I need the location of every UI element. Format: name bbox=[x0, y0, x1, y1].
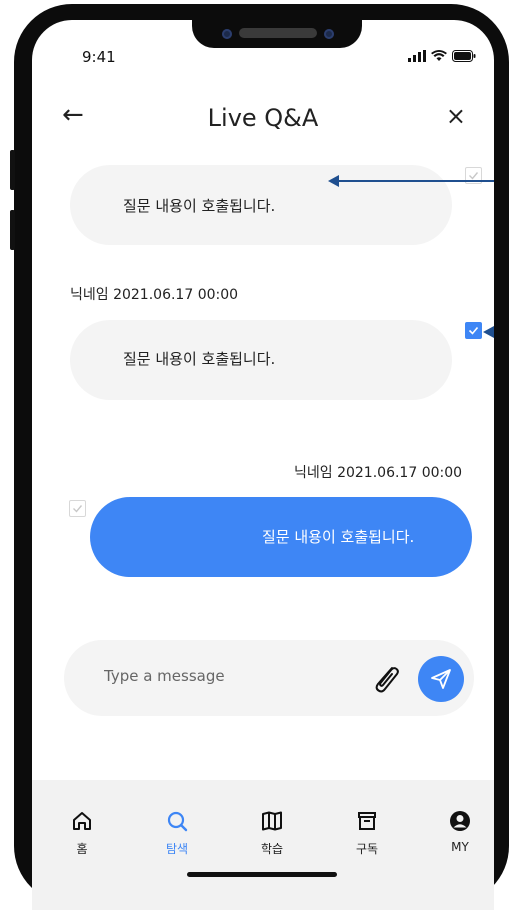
camera-icon bbox=[222, 29, 232, 39]
message-checkbox[interactable] bbox=[465, 322, 482, 339]
status-time: 9:41 bbox=[82, 48, 116, 66]
paperclip-icon[interactable] bbox=[368, 660, 404, 696]
tab-study[interactable]: 학습 bbox=[242, 810, 302, 857]
tab-search[interactable]: 탐색 bbox=[147, 810, 207, 857]
side-button bbox=[10, 150, 15, 190]
message-bubble[interactable]: 질문 내용이 호출됩니다. bbox=[70, 320, 452, 400]
book-icon bbox=[262, 811, 282, 831]
message-bubble[interactable]: 질문 내용이 호출됩니다. bbox=[70, 165, 452, 245]
tab-label: 구독 bbox=[355, 842, 379, 856]
camera-icon bbox=[324, 29, 334, 39]
send-icon bbox=[431, 669, 451, 689]
my-message-bubble[interactable]: 질문 내용이 호출됩니다. bbox=[90, 497, 472, 577]
archive-icon bbox=[358, 812, 376, 830]
message-checkbox[interactable] bbox=[69, 500, 86, 517]
tab-my[interactable]: MY bbox=[430, 810, 490, 854]
check-icon bbox=[73, 505, 83, 513]
search-icon bbox=[167, 811, 188, 832]
close-icon[interactable]: × bbox=[446, 102, 466, 130]
notch bbox=[192, 20, 362, 48]
user-icon bbox=[450, 811, 470, 831]
side-button bbox=[10, 210, 15, 250]
check-icon bbox=[468, 326, 479, 335]
tab-label: MY bbox=[451, 840, 469, 854]
status-icons bbox=[408, 50, 476, 62]
battery-icon bbox=[452, 50, 476, 62]
message-text: 질문 내용이 호출됩니다. bbox=[262, 528, 415, 546]
header: ← Live Q&A × bbox=[32, 100, 494, 144]
tab-label: 학습 bbox=[260, 842, 284, 856]
wifi-icon bbox=[431, 50, 447, 61]
message-input[interactable] bbox=[102, 666, 346, 686]
message-composer bbox=[64, 640, 474, 716]
message-text: 질문 내용이 호출됩니다. bbox=[123, 350, 276, 368]
annotation-arrow bbox=[337, 180, 494, 182]
annotation-arrow-head bbox=[328, 175, 339, 187]
tab-label: 탐색 bbox=[165, 842, 189, 856]
tab-home[interactable]: 홈 bbox=[52, 810, 112, 857]
page-title: Live Q&A bbox=[207, 104, 319, 132]
speaker bbox=[239, 28, 317, 38]
home-icon bbox=[73, 812, 91, 830]
signal-icon bbox=[408, 50, 426, 62]
send-button[interactable] bbox=[418, 656, 464, 702]
message-nickname: 닉네임 2021.06.17 00:00 bbox=[70, 287, 239, 303]
message-nickname: 닉네임 2021.06.17 00:00 bbox=[294, 465, 463, 481]
bottom-tab-bar: 홈 탐색 학습 구독 MY bbox=[32, 780, 494, 910]
annotation-arrow-head bbox=[483, 326, 494, 338]
message-text: 질문 내용이 호출됩니다. bbox=[123, 197, 276, 215]
phone-screen: 9:41 ← Live Q&A × 질문 내용이 호출됩니다. 닉네임 2021… bbox=[32, 20, 494, 910]
tab-label: 홈 bbox=[76, 842, 88, 856]
tab-subscribe[interactable]: 구독 bbox=[337, 810, 397, 857]
home-indicator bbox=[187, 872, 337, 877]
